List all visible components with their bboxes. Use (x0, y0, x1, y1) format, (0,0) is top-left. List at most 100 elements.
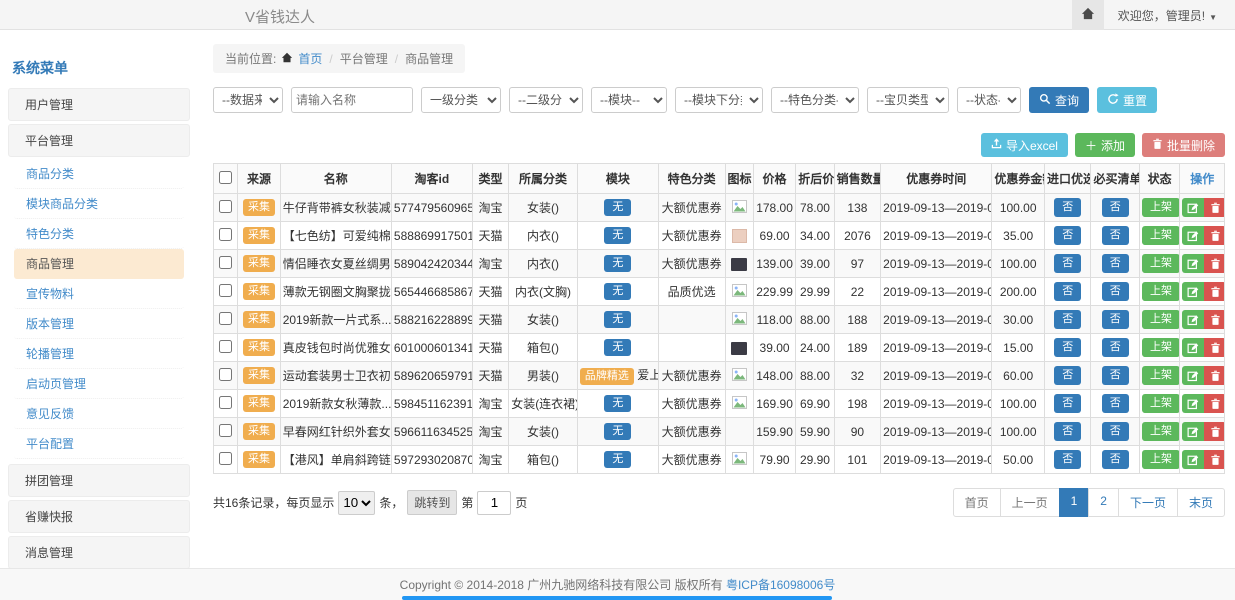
status-button[interactable]: 上架 (1142, 450, 1180, 468)
status-button[interactable]: 上架 (1142, 226, 1180, 244)
user-menu[interactable]: 欢迎您，管理员!▼ (1104, 7, 1235, 24)
page-button-末页[interactable]: 末页 (1177, 488, 1225, 517)
sidebar-item[interactable]: 商品分类 (14, 159, 184, 189)
delete-button[interactable] (1204, 310, 1224, 329)
module-badge[interactable]: 无 (604, 451, 631, 467)
sidebar-item[interactable]: 平台配置 (14, 429, 184, 459)
import-toggle-button[interactable]: 否 (1054, 338, 1081, 356)
page-button-上一页[interactable]: 上一页 (1000, 488, 1060, 517)
search-button[interactable]: 查询 (1029, 87, 1089, 113)
sidebar-group-5[interactable]: 消息管理 (8, 536, 190, 568)
import-toggle-button[interactable]: 否 (1054, 310, 1081, 328)
status-button[interactable]: 上架 (1142, 338, 1180, 356)
name-search-input[interactable] (291, 87, 413, 113)
filter-item-type[interactable]: --宝贝类型-- (867, 87, 949, 113)
module-badge[interactable]: 无 (604, 227, 631, 243)
row-checkbox[interactable] (219, 368, 232, 381)
must-buy-toggle-button[interactable]: 否 (1102, 338, 1129, 356)
module-badge[interactable]: 无 (604, 423, 631, 439)
edit-button[interactable] (1182, 310, 1204, 329)
edit-button[interactable] (1182, 282, 1204, 301)
filter-module-subcategory[interactable]: --模块下分类-- (675, 87, 763, 113)
module-badge[interactable]: 无 (604, 311, 631, 327)
module-badge[interactable]: 无 (604, 339, 631, 355)
edit-button[interactable] (1182, 450, 1204, 469)
module-badge[interactable]: 无 (604, 199, 631, 215)
add-button[interactable]: ＋ 添加 (1075, 133, 1135, 157)
jump-page-input[interactable] (477, 491, 511, 515)
import-toggle-button[interactable]: 否 (1054, 198, 1081, 216)
status-button[interactable]: 上架 (1142, 310, 1180, 328)
select-all-checkbox[interactable] (219, 171, 232, 184)
must-buy-toggle-button[interactable]: 否 (1102, 450, 1129, 468)
status-button[interactable]: 上架 (1142, 366, 1180, 384)
import-toggle-button[interactable]: 否 (1054, 226, 1081, 244)
delete-button[interactable] (1204, 338, 1224, 357)
page-button-下一页[interactable]: 下一页 (1118, 488, 1178, 517)
sidebar-group-4[interactable]: 省赚快报 (8, 500, 190, 533)
module-badge[interactable]: 无 (604, 255, 631, 271)
edit-button[interactable] (1182, 366, 1204, 385)
delete-button[interactable] (1204, 366, 1224, 385)
status-button[interactable]: 上架 (1142, 198, 1180, 216)
per-page-select[interactable]: 10 (338, 491, 375, 515)
module-badge[interactable]: 品牌精选 (580, 368, 634, 384)
must-buy-toggle-button[interactable]: 否 (1102, 198, 1129, 216)
sidebar-group-1[interactable]: 用户管理 (8, 88, 190, 121)
jump-button[interactable]: 跳转到 (407, 490, 457, 515)
delete-button[interactable] (1204, 282, 1224, 301)
home-button[interactable] (1072, 0, 1104, 30)
filter-feature-category[interactable]: --特色分类-- (771, 87, 859, 113)
sidebar-group-2[interactable]: 平台管理 (8, 124, 190, 157)
sidebar-item[interactable]: 版本管理 (14, 309, 184, 339)
row-checkbox[interactable] (219, 256, 232, 269)
import-toggle-button[interactable]: 否 (1054, 282, 1081, 300)
sidebar-group-3[interactable]: 拼团管理 (8, 464, 190, 497)
status-button[interactable]: 上架 (1142, 422, 1180, 440)
row-checkbox[interactable] (219, 452, 232, 465)
module-badge[interactable]: 无 (604, 395, 631, 411)
import-toggle-button[interactable]: 否 (1054, 394, 1081, 412)
icp-link[interactable]: 粤ICP备16098006号 (726, 576, 835, 593)
filter-level2-category[interactable]: --二级分类-- (509, 87, 583, 113)
must-buy-toggle-button[interactable]: 否 (1102, 254, 1129, 272)
edit-button[interactable] (1182, 338, 1204, 357)
sidebar-item[interactable]: 轮播管理 (14, 339, 184, 369)
import-excel-button[interactable]: 导入excel (981, 133, 1068, 157)
delete-button[interactable] (1204, 254, 1224, 273)
delete-button[interactable] (1204, 198, 1224, 217)
row-checkbox[interactable] (219, 228, 232, 241)
must-buy-toggle-button[interactable]: 否 (1102, 422, 1129, 440)
import-toggle-button[interactable]: 否 (1054, 422, 1081, 440)
edit-button[interactable] (1182, 422, 1204, 441)
breadcrumb-home-link[interactable]: 首页 (298, 50, 322, 67)
import-toggle-button[interactable]: 否 (1054, 254, 1081, 272)
must-buy-toggle-button[interactable]: 否 (1102, 282, 1129, 300)
module-badge[interactable]: 无 (604, 283, 631, 299)
page-button-首页[interactable]: 首页 (953, 488, 1001, 517)
edit-button[interactable] (1182, 226, 1204, 245)
row-checkbox[interactable] (219, 396, 232, 409)
edit-button[interactable] (1182, 254, 1204, 273)
status-button[interactable]: 上架 (1142, 282, 1180, 300)
row-checkbox[interactable] (219, 284, 232, 297)
row-checkbox[interactable] (219, 200, 232, 213)
row-checkbox[interactable] (219, 312, 232, 325)
edit-button[interactable] (1182, 394, 1204, 413)
sidebar-item[interactable]: 宣传物料 (14, 279, 184, 309)
sidebar-item[interactable]: 模块商品分类 (14, 189, 184, 219)
sidebar-item[interactable]: 特色分类 (14, 219, 184, 249)
delete-button[interactable] (1204, 394, 1224, 413)
reset-button[interactable]: 重置 (1097, 87, 1157, 113)
import-toggle-button[interactable]: 否 (1054, 366, 1081, 384)
import-toggle-button[interactable]: 否 (1054, 450, 1081, 468)
row-checkbox[interactable] (219, 424, 232, 437)
sidebar-item[interactable]: 启动页管理 (14, 369, 184, 399)
delete-button[interactable] (1204, 450, 1224, 469)
status-button[interactable]: 上架 (1142, 254, 1180, 272)
sidebar-item-active[interactable]: 商品管理 (14, 249, 184, 279)
sidebar-item[interactable]: 意见反馈 (14, 399, 184, 429)
delete-button[interactable] (1204, 422, 1224, 441)
must-buy-toggle-button[interactable]: 否 (1102, 226, 1129, 244)
filter-data-source[interactable]: --数据来源-- (213, 87, 283, 113)
